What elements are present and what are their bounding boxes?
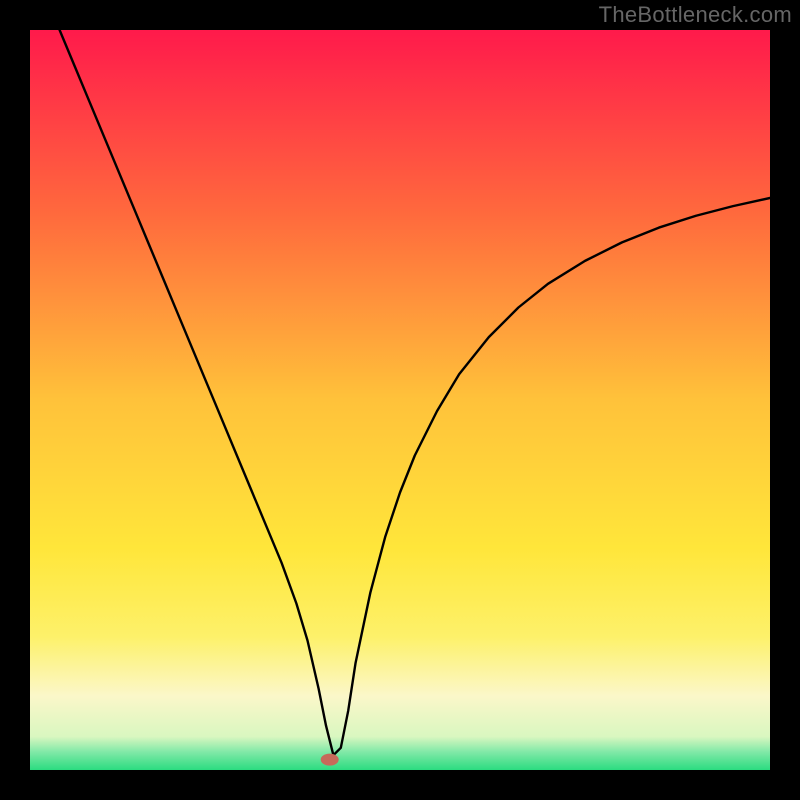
watermark-text: TheBottleneck.com [599,2,792,28]
bottleneck-marker [321,754,339,766]
chart-frame: TheBottleneck.com [0,0,800,800]
gradient-background [30,30,770,770]
plot-area [30,30,770,770]
chart-svg [30,30,770,770]
